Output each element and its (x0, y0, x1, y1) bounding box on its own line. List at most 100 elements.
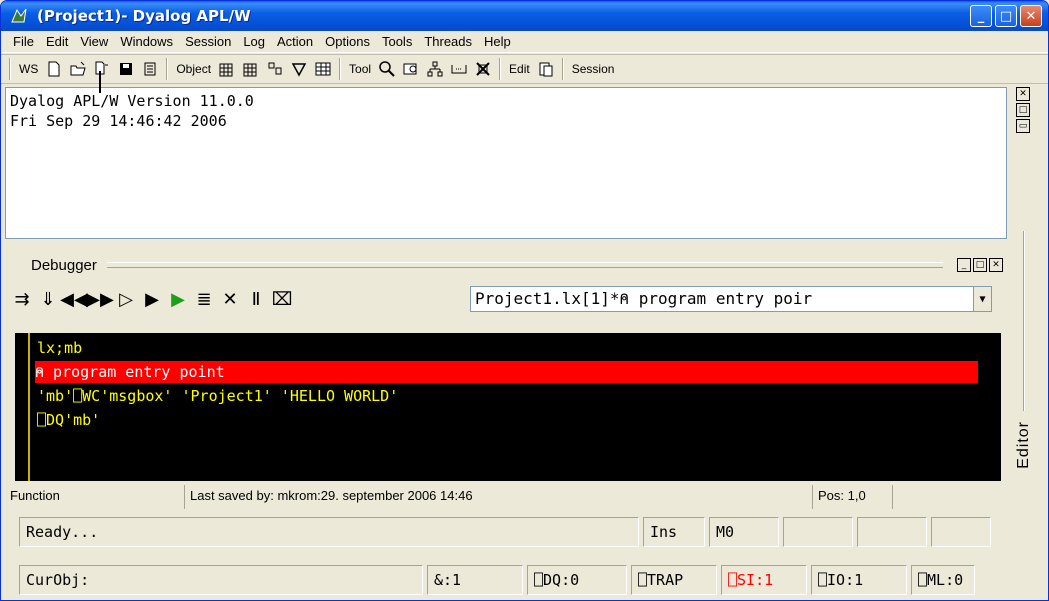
toolbar-separator (499, 58, 502, 80)
debugger-header: Debugger _ □ ✕ (5, 251, 1007, 279)
status-message: Ready... (19, 517, 639, 547)
quit-icon[interactable]: ✕ (217, 286, 243, 312)
code-line-current[interactable]: ⍝ program entry point (35, 361, 978, 383)
status-curobj: CurObj: (19, 565, 423, 595)
stack-selected-value: Project1.lx[1]*⍝ program entry poir (475, 289, 813, 308)
status-threads: &:1 (427, 565, 523, 595)
menu-bar: File Edit View Windows Session Log Actio… (1, 31, 1048, 53)
toolbar-separator (9, 58, 11, 80)
toolbar-separator (339, 58, 342, 80)
copy-file-icon[interactable] (91, 58, 113, 80)
clear-icon[interactable] (472, 58, 494, 80)
system-statusbar: CurObj: &:1 ⎕DQ:0 ⎕TRAP ⎕SI:1 ⎕IO:1 ⎕ML:… (1, 563, 1048, 597)
debugger-toolbar: ⇉ ⇓ ◀◀ ▶▶ ▷ ▶ ▶ ≣ ✕ Ⅱ ⌧ Project1.lx[1]*⍝… (5, 283, 1007, 315)
close-button[interactable]: ✕ (1020, 5, 1042, 27)
namespace-icon[interactable] (264, 58, 286, 80)
app-window: (Project1)- Dyalog APL/W _ □ ✕ File Edit… (0, 0, 1049, 601)
code-line[interactable]: lx;mb (37, 337, 82, 359)
debugger-statusbar: Function Last saved by: mkrom:29. septem… (5, 485, 1007, 509)
maximize-button[interactable]: □ (995, 5, 1017, 27)
save-icon[interactable] (115, 58, 137, 80)
menu-help[interactable]: Help (478, 34, 517, 49)
text-cursor (99, 71, 101, 93)
session-window[interactable]: Dyalog APL/W Version 11.0.0 Fri Sep 29 1… (5, 87, 1007, 239)
dock-close-icon[interactable]: ✕ (1016, 87, 1030, 101)
status-trap: ⎕TRAP (631, 565, 717, 595)
run-icon[interactable]: ▶ (139, 286, 165, 312)
status-dq: ⎕DQ:0 (527, 565, 627, 595)
status-empty (783, 517, 853, 547)
new-array-icon[interactable] (216, 58, 238, 80)
session-dock-buttons: ✕ □ ▭ (1016, 87, 1036, 133)
status-type: Function (5, 485, 185, 509)
session-line: Dyalog APL/W Version 11.0.0 (10, 92, 254, 110)
dock-float-icon[interactable]: ▭ (1016, 119, 1030, 133)
window-title: (Project1)- Dyalog APL/W (37, 7, 251, 25)
status-ins: Ins (643, 517, 705, 547)
menu-tools[interactable]: Tools (376, 34, 418, 49)
code-gutter (28, 333, 30, 481)
edit-array-icon[interactable] (240, 58, 262, 80)
code-view[interactable]: lx;mb ⍝ program entry point 'mb'⎕WC'msgb… (15, 333, 1001, 481)
editor-tab-label: Editor (1015, 421, 1032, 469)
forward-icon[interactable]: ▶▶ (86, 286, 114, 312)
menu-options[interactable]: Options (319, 34, 376, 49)
session-statusbar: Ready... Ins M0 (1, 515, 1048, 549)
menu-edit[interactable]: Edit (40, 34, 74, 49)
toolbar-separator (166, 58, 169, 80)
menu-session[interactable]: Session (179, 34, 237, 49)
line-editor-icon[interactable] (448, 58, 470, 80)
status-empty (931, 517, 991, 547)
object-label: Object (176, 62, 212, 76)
status-si: ⎕SI:1 (721, 565, 807, 595)
tool-label: Tool (349, 62, 372, 76)
stack-dropdown[interactable]: Project1.lx[1]*⍝ program entry poir ▼ (470, 286, 992, 312)
find-objects-icon[interactable] (400, 58, 422, 80)
new-file-icon[interactable] (43, 58, 65, 80)
menu-windows[interactable]: Windows (114, 34, 179, 49)
code-line[interactable]: 'mb'⎕WC'msgbox' 'Project1' 'HELLO WORLD' (37, 385, 398, 407)
trace-into-icon[interactable]: ⇓ (35, 286, 61, 312)
clear-stops-icon[interactable]: ⌧ (269, 286, 295, 312)
explorer-tree-icon[interactable] (424, 58, 446, 80)
menu-file[interactable]: File (7, 34, 40, 49)
title-bar[interactable]: (Project1)- Dyalog APL/W _ □ ✕ (1, 1, 1048, 31)
chevron-down-icon[interactable]: ▼ (973, 287, 991, 311)
menu-threads[interactable]: Threads (418, 34, 478, 49)
interrupt-icon[interactable]: Ⅱ (243, 286, 269, 312)
continue-icon[interactable]: ▷ (113, 286, 139, 312)
main-toolbar: WS Object Tool Edit Session (1, 54, 1048, 84)
execute-line-icon[interactable]: ⇉ (9, 286, 35, 312)
menu-view[interactable]: View (74, 34, 114, 49)
session-line: Fri Sep 29 14:46:42 2006 (10, 112, 227, 130)
dyalog-app-icon (11, 8, 27, 23)
status-ml: ⎕ML:0 (911, 565, 975, 595)
debugger-maximize-icon[interactable]: □ (973, 258, 987, 272)
menu-log[interactable]: Log (237, 34, 271, 49)
debugger-title: Debugger (31, 256, 97, 274)
status-mode: M0 (709, 517, 779, 547)
backward-icon[interactable]: ◀◀ (60, 286, 88, 312)
search-icon[interactable] (376, 58, 398, 80)
menu-action[interactable]: Action (271, 34, 319, 49)
debugger-panel: Debugger _ □ ✕ ⇉ ⇓ ◀◀ ▶▶ ▷ ▶ ▶ ≣ ✕ Ⅱ ⌧ P… (5, 251, 1007, 513)
toolbar-separator (561, 58, 564, 80)
grid-icon[interactable] (312, 58, 334, 80)
minimize-button[interactable]: _ (970, 5, 992, 27)
restart-icon[interactable]: ▶ (165, 286, 191, 312)
status-empty (857, 517, 927, 547)
debugger-minimize-icon[interactable]: _ (957, 258, 971, 272)
session-label: Session (571, 62, 615, 76)
del-function-icon[interactable] (288, 58, 310, 80)
code-line[interactable]: ⎕DQ'mb' (37, 409, 100, 431)
paste-icon[interactable] (535, 58, 557, 80)
edit-name-icon[interactable]: ≣ (191, 286, 217, 312)
debugger-grip[interactable] (106, 262, 943, 268)
workspace-explorer-icon[interactable] (139, 58, 161, 80)
edit-label: Edit (509, 62, 530, 76)
dock-restore-icon[interactable]: □ (1016, 103, 1030, 117)
ws-label: WS (19, 62, 39, 76)
open-folder-icon[interactable] (67, 58, 89, 80)
debugger-close-icon[interactable]: ✕ (989, 258, 1003, 272)
editor-dock-tab[interactable]: Editor (1013, 231, 1035, 506)
